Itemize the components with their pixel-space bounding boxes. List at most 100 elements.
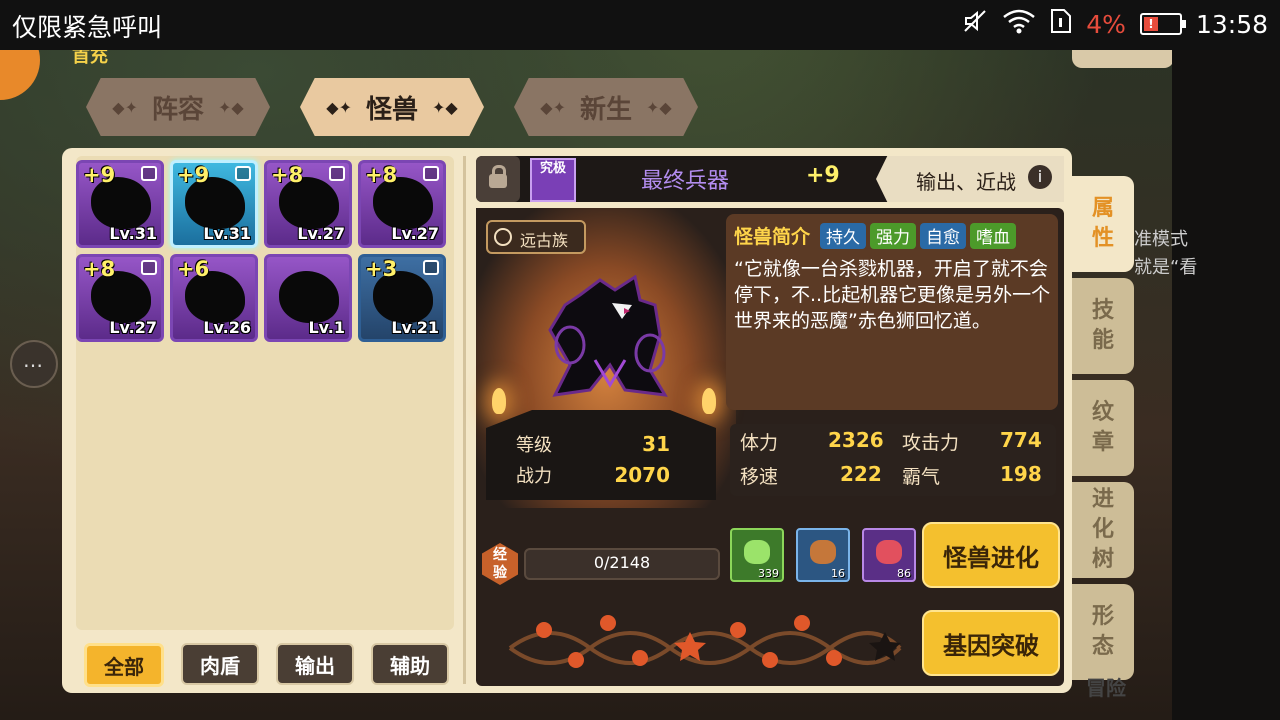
food-item-cabbage[interactable]: 339 — [730, 528, 784, 582]
side-tab-label: 进化树 — [1091, 487, 1114, 572]
ornament-icon: ◆✦ — [540, 97, 566, 117]
filter-bar: 全部 肉盾 输出 辅助 — [84, 643, 449, 687]
tab-monster[interactable]: ◆✦ 怪兽 ✦◆ — [300, 78, 484, 136]
monster-card[interactable]: +6 Lv.26 — [170, 254, 258, 342]
battery-alert: ! — [1143, 17, 1158, 31]
stat-label: 攻击力 — [902, 432, 960, 454]
stat-label: 霸气 — [902, 466, 941, 488]
level-label: 等级 — [516, 434, 552, 456]
lock-icon — [141, 260, 157, 275]
stat-hp: 体力 2326 — [740, 428, 884, 455]
ornament-icon: ◆✦ — [326, 97, 352, 117]
card-plus: +9 — [83, 163, 116, 187]
monster-card-selected[interactable]: +9 Lv.31 — [170, 160, 258, 248]
ornament-icon: ✦◆ — [218, 97, 244, 117]
food-item-steak[interactable]: 86 — [862, 528, 916, 582]
level-power-box: 等级 31 战力 2070 — [516, 428, 686, 490]
power-value: 2070 — [614, 462, 670, 487]
evolve-button[interactable]: 怪兽进化 — [922, 522, 1060, 588]
card-level: Lv.27 — [297, 224, 345, 243]
lock-icon — [423, 260, 439, 275]
meat-leg-icon — [810, 540, 836, 564]
tribe-label: 远古族 — [520, 231, 569, 250]
monster-card[interactable]: +8 Lv.27 — [358, 160, 446, 248]
card-plus: +9 — [177, 163, 210, 187]
main-tabs: ◆✦ 阵容 ✦◆ ◆✦ 怪兽 ✦◆ ◆✦ 新生 ✦◆ — [86, 78, 698, 136]
lock-toggle-button[interactable] — [476, 156, 520, 202]
intro-text: “它就像一台杀戮机器，开启了就不会停下，不..比起机器它更像是另外一个世界来的恶… — [734, 258, 1051, 332]
tab-lineup[interactable]: ◆✦ 阵容 ✦◆ — [86, 78, 270, 136]
adventure-label: 冒险 — [1086, 676, 1126, 700]
monster-card[interactable]: +3 Lv.21 — [358, 254, 446, 342]
card-plus: +6 — [177, 257, 210, 281]
filter-damage-button[interactable]: 输出 — [276, 643, 354, 685]
food-item-meat-leg[interactable]: 16 — [796, 528, 850, 582]
background-snippet: 准模式就是“看 — [1134, 229, 1198, 278]
side-tab-emblem[interactable]: 纹章 — [1072, 380, 1134, 476]
chat-icon[interactable] — [10, 340, 58, 388]
stat-value: 198 — [1000, 462, 1042, 486]
cabbage-icon — [744, 540, 770, 564]
card-plus: +3 — [365, 257, 398, 281]
card-level: Lv.26 — [203, 318, 251, 337]
monster-card[interactable]: +8 Lv.27 — [264, 160, 352, 248]
info-icon[interactable]: i — [1028, 165, 1052, 189]
exp-label: 经验 — [493, 547, 507, 581]
stat-value: 2326 — [828, 428, 884, 452]
power-label: 战力 — [516, 465, 552, 487]
stat-attack: 攻击力 774 — [902, 428, 1042, 455]
item-count: 86 — [897, 567, 911, 580]
card-level: Lv.21 — [391, 318, 439, 337]
filter-tank-button[interactable]: 肉盾 — [181, 643, 259, 685]
monster-card[interactable]: +8 Lv.27 — [76, 254, 164, 342]
level-value: 31 — [642, 431, 670, 456]
lock-icon — [329, 166, 345, 181]
side-tab-label: 纹章 — [1091, 400, 1114, 455]
card-plus: +8 — [271, 163, 304, 187]
clock: 13:58 — [1195, 9, 1268, 39]
torch-icon — [702, 388, 716, 414]
monster-card[interactable]: Lv.1 — [264, 254, 352, 342]
filter-support-button[interactable]: 辅助 — [371, 643, 449, 685]
status-bar: 仅限紧急呼叫 4% ! 13:58 — [0, 0, 1280, 50]
card-plus: +8 — [83, 257, 116, 281]
tab-label: 新生 — [579, 94, 632, 125]
side-tab-evolution-tree[interactable]: 进化树 — [1072, 482, 1134, 578]
exp-value: 0/2148 — [593, 553, 651, 572]
item-count: 339 — [758, 567, 779, 580]
ornament-icon: ✦◆ — [646, 97, 672, 117]
gene-breakthrough-button[interactable]: 基因突破 — [922, 610, 1060, 676]
side-tab-form[interactable]: 形态 — [1072, 584, 1134, 680]
card-level: Lv.27 — [391, 224, 439, 243]
battery-percent: 4% — [1086, 9, 1126, 39]
wifi-icon — [1002, 8, 1036, 40]
gene-chain — [508, 615, 902, 668]
side-tab-skills[interactable]: 技能 — [1072, 278, 1134, 374]
rank-badge: 究极 — [530, 158, 576, 202]
card-plus: +8 — [365, 163, 398, 187]
monster-name: 最终兵器 — [640, 169, 729, 194]
sim-card-icon — [1050, 8, 1072, 40]
side-tab-attributes[interactable]: 属性 — [1072, 176, 1134, 272]
card-level: Lv.27 — [109, 318, 157, 337]
carrier-text: 仅限紧急呼叫 — [12, 13, 163, 42]
steak-icon — [876, 540, 902, 564]
lock-icon — [235, 166, 251, 181]
tab-label: 怪兽 — [365, 94, 418, 125]
monster-card[interactable]: +9 Lv.31 — [76, 160, 164, 248]
background-right-panel — [1172, 50, 1280, 720]
trait-tag: 嗜血 — [970, 222, 1017, 249]
monster-silhouette — [279, 271, 339, 323]
mute-icon — [962, 8, 988, 40]
stat-value: 222 — [840, 462, 882, 486]
tribe-icon — [494, 228, 512, 246]
role-tag: 输出、近战 i — [876, 156, 1064, 202]
filter-all-button[interactable]: 全部 — [84, 643, 164, 687]
tab-label: 阵容 — [151, 94, 204, 125]
intro-title: 怪兽简介 — [734, 226, 811, 248]
side-tab-label: 技能 — [1091, 298, 1114, 353]
divider — [463, 156, 466, 684]
lock-icon — [489, 165, 507, 188]
monster-portrait — [548, 275, 668, 397]
tab-rebirth[interactable]: ◆✦ 新生 ✦◆ — [514, 78, 698, 136]
